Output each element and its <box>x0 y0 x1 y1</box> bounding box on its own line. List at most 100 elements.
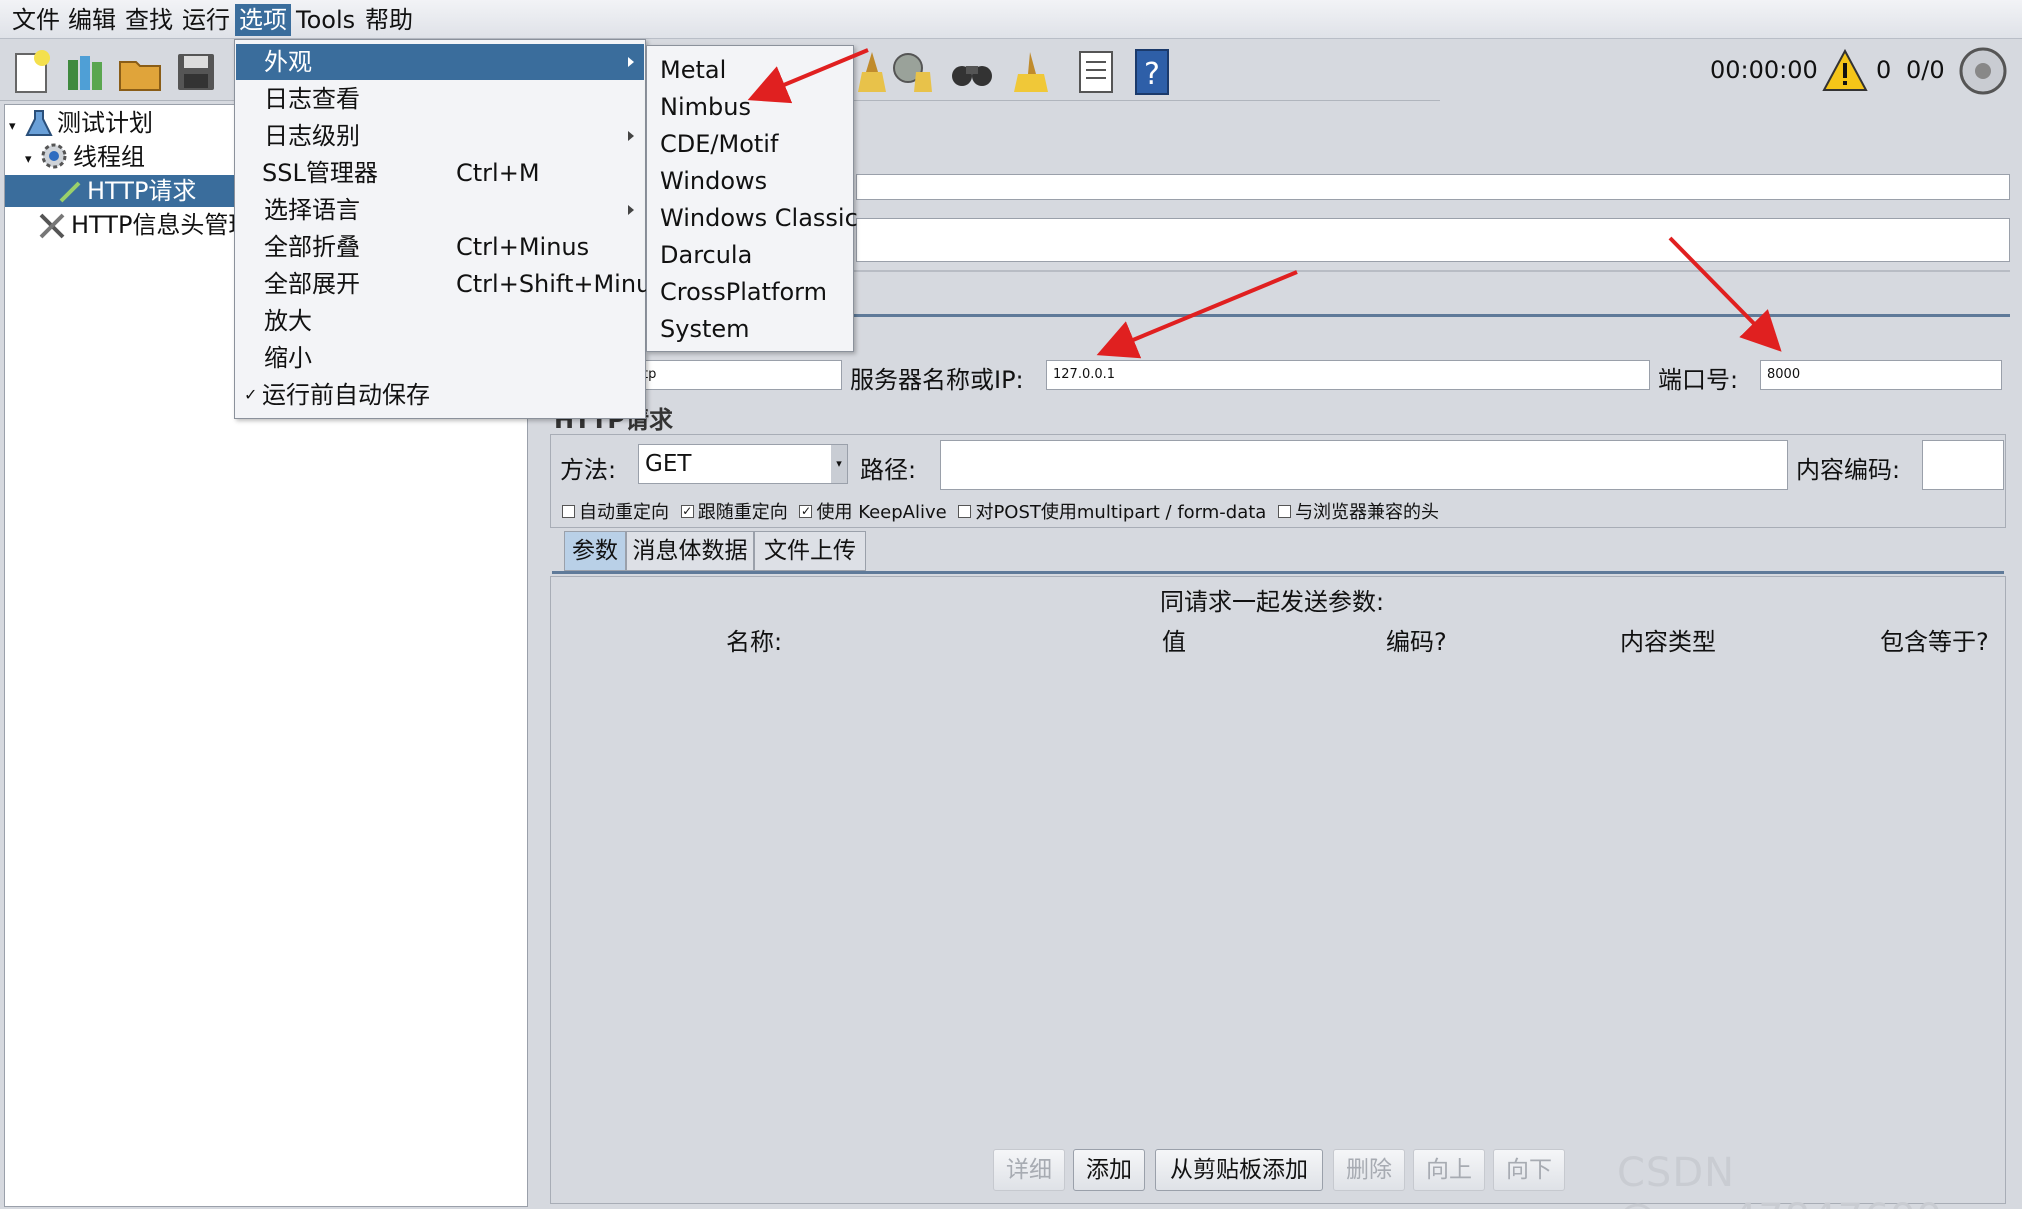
menu-item-expand-all[interactable]: 全部展开 Ctrl+Shift+Minus <box>236 266 664 302</box>
checkbox-multipart[interactable]: 对POST使用multipart / form-data <box>958 502 1266 523</box>
menu-search[interactable]: 查找 <box>121 4 177 36</box>
reset-search-icon[interactable] <box>1008 48 1056 96</box>
parameters-panel <box>550 576 2006 1204</box>
menu-item-log-viewer[interactable]: 日志查看 <box>236 81 644 117</box>
menu-item-log-level[interactable]: 日志级别 <box>236 118 644 154</box>
submenu-arrow-icon <box>628 57 634 67</box>
warning-icon[interactable] <box>1822 48 1868 94</box>
menu-item-collapse-all[interactable]: 全部折叠 Ctrl+Minus <box>236 229 644 265</box>
menu-file[interactable]: 文件 <box>8 4 64 36</box>
tree-item-test-plan[interactable]: 测试计划 <box>57 107 153 139</box>
function-helper-icon[interactable] <box>1072 48 1120 96</box>
checkbox-keepalive[interactable]: ✓ 使用 KeepAlive <box>799 502 947 523</box>
params-caption: 同请求一起发送参数: <box>1160 588 1385 616</box>
method-value: GET <box>645 451 692 477</box>
checkbox-box[interactable]: ✓ <box>799 504 813 518</box>
column-content-type[interactable]: 内容类型 <box>1620 622 1716 657</box>
flask-icon <box>25 110 53 136</box>
menu-item-autosave[interactable]: ✓ 运行前自动保存 <box>236 377 644 413</box>
menu-item-zoom-in[interactable]: 放大 <box>236 303 644 339</box>
laf-item-windows[interactable]: Windows <box>648 163 852 199</box>
tree-item-thread-group[interactable]: 线程组 <box>73 141 145 173</box>
laf-item-system[interactable]: System <box>648 311 852 347</box>
help-icon[interactable]: ? <box>1128 48 1176 96</box>
server-name-field[interactable]: 127.0.0.1 <box>1046 360 1650 390</box>
menu-item-choose-language[interactable]: 选择语言 <box>236 192 644 228</box>
open-folder-icon[interactable] <box>116 48 164 96</box>
column-value[interactable]: 值 <box>1162 622 1186 657</box>
menu-tools[interactable]: Tools <box>292 4 359 36</box>
menu-item-appearance[interactable]: 外观 <box>236 44 644 80</box>
add-from-clipboard-button[interactable]: 从剪贴板添加 <box>1155 1149 1323 1191</box>
chevron-down-icon[interactable]: ▾ <box>831 445 847 483</box>
checkbox-browser-compatible[interactable]: 与浏览器兼容的头 <box>1278 502 1439 523</box>
save-icon[interactable] <box>172 48 220 96</box>
checkbox-box[interactable] <box>958 504 972 518</box>
detail-button[interactable]: 详细 <box>993 1149 1065 1191</box>
tree-item-http-request[interactable]: HTTP请求 <box>87 175 197 207</box>
expand-toggle-icon[interactable]: ▾ <box>25 152 32 167</box>
name-field[interactable] <box>856 174 2010 200</box>
checkbox-follow-redirect[interactable]: ✓ 跟随重定向 <box>680 502 788 523</box>
new-file-icon[interactable] <box>8 48 56 96</box>
menu-bar: 文件 编辑 查找 运行 选项 Tools 帮助 <box>0 0 2022 39</box>
menu-help[interactable]: 帮助 <box>361 4 417 36</box>
timer: 00:00:00 <box>1710 56 1818 84</box>
thread-count: 0/0 <box>1906 56 1945 84</box>
move-up-button[interactable]: 向上 <box>1413 1149 1485 1191</box>
path-label: 路径: <box>860 456 917 484</box>
comments-field[interactable] <box>856 218 2010 262</box>
options-menu: 外观 日志查看 日志级别 SSL管理器 Ctrl+M 选择语言 全部折叠 Ctr… <box>234 39 664 419</box>
laf-item-crossplatform[interactable]: CrossPlatform <box>648 274 852 310</box>
tab-underline <box>552 571 2004 574</box>
checkbox-box[interactable]: ✓ <box>680 504 694 518</box>
method-select[interactable]: GET ▾ <box>638 444 848 484</box>
tab-parameters[interactable]: 参数 <box>564 531 626 571</box>
svg-text:?: ? <box>1144 57 1160 92</box>
menu-edit[interactable]: 编辑 <box>64 4 120 36</box>
menu-run[interactable]: 运行 <box>178 4 234 36</box>
thread-group-gear-icon <box>41 143 67 169</box>
encoding-field[interactable] <box>1922 440 2004 490</box>
menu-item-ssl-manager[interactable]: SSL管理器 Ctrl+M <box>236 155 644 191</box>
method-label: 方法: <box>560 456 617 484</box>
column-encode[interactable]: 编码? <box>1386 622 1447 657</box>
tab-file-upload[interactable]: 文件上传 <box>754 531 866 571</box>
checkbox-auto-redirect[interactable]: 自动重定向 <box>562 502 669 523</box>
laf-item-nimbus[interactable]: Nimbus <box>648 89 852 125</box>
column-name[interactable]: 名称: <box>726 622 782 657</box>
move-down-button[interactable]: 向下 <box>1493 1149 1565 1191</box>
warning-count: 0 <box>1876 56 1892 84</box>
port-field[interactable]: 8000 <box>1760 360 2002 390</box>
expand-toggle-icon[interactable]: ▾ <box>9 119 16 134</box>
menu-options[interactable]: 选项 <box>235 4 291 36</box>
laf-item-cde-motif[interactable]: CDE/Motif <box>648 126 852 162</box>
sampler-pen-icon <box>59 181 81 203</box>
protocol-field[interactable]: tp <box>636 360 842 390</box>
column-include-equals[interactable]: 包含等于? <box>1880 622 1989 657</box>
laf-item-darcula[interactable]: Darcula <box>648 237 852 273</box>
clear-all-icon[interactable] <box>888 48 936 96</box>
menu-item-zoom-out[interactable]: 缩小 <box>236 340 644 376</box>
add-button[interactable]: 添加 <box>1073 1149 1145 1191</box>
tree-item-header-manager[interactable]: HTTP信息头管理器 <box>71 209 239 241</box>
port-label: 端口号: <box>1658 366 1739 394</box>
watermark: CSDN @qq_47847699 <box>1617 1150 1942 1209</box>
encoding-label: 内容编码: <box>1796 456 1901 484</box>
check-icon: ✓ <box>244 385 258 404</box>
tab-body-data[interactable]: 消息体数据 <box>626 531 754 571</box>
look-and-feel-submenu: Metal Nimbus CDE/Motif Windows Windows C… <box>646 45 858 352</box>
templates-icon[interactable] <box>62 48 110 96</box>
path-field[interactable] <box>940 440 1788 490</box>
submenu-arrow-icon <box>628 205 634 215</box>
tools-icon <box>39 213 65 239</box>
remote-status-icon <box>1959 47 2007 95</box>
options-checkboxes: 自动重定向 ✓ 跟随重定向 ✓ 使用 KeepAlive 对POST使用multip… <box>562 498 1439 524</box>
checkbox-box[interactable] <box>1278 504 1292 518</box>
laf-item-windows-classic[interactable]: Windows Classic <box>648 200 858 236</box>
binoculars-icon[interactable] <box>948 48 996 96</box>
checkbox-box[interactable] <box>562 504 575 518</box>
delete-button[interactable]: 删除 <box>1333 1149 1405 1191</box>
laf-item-metal[interactable]: Metal <box>648 52 852 88</box>
server-label: 服务器名称或IP: <box>850 366 1024 394</box>
